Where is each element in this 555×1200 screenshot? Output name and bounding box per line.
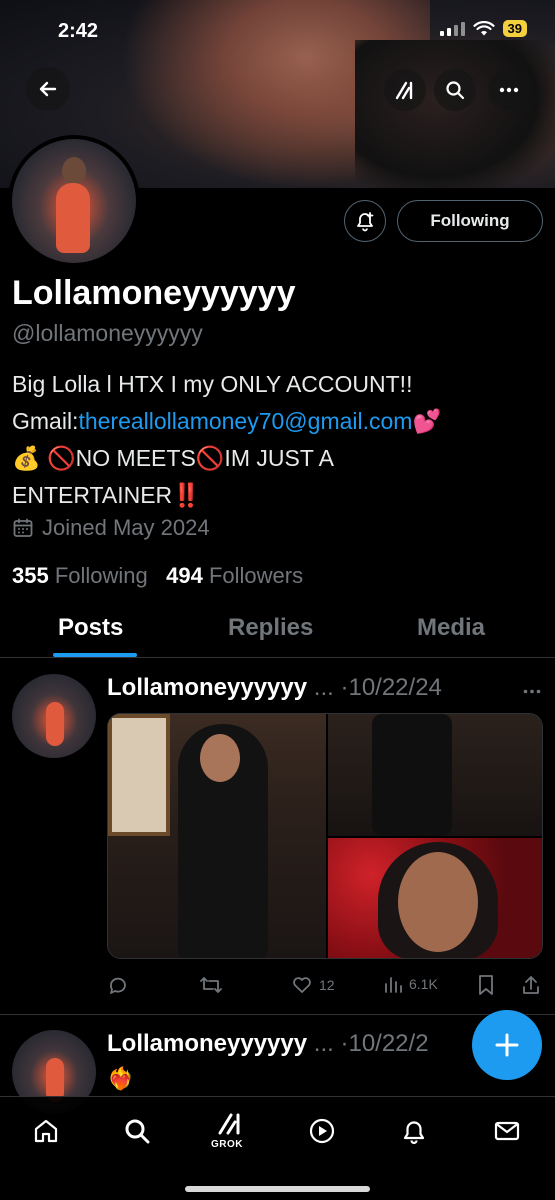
bio-email-link[interactable]: thereallollamoney70@gmail.com (78, 408, 412, 434)
view-count: 6.1K (409, 976, 438, 992)
tab-media[interactable]: Media (417, 614, 485, 642)
compose-post-button[interactable] (472, 1010, 542, 1080)
arrow-left-icon (39, 81, 57, 97)
post-text: ❤️‍🔥 (107, 1066, 135, 1091)
post-media-grid (107, 713, 543, 959)
post-name-ellipsis: ... (313, 674, 334, 701)
joined-date: Joined May 2024 (12, 515, 210, 541)
share-button[interactable] (521, 974, 541, 996)
nav-video[interactable] (302, 1111, 342, 1151)
home-indicator (185, 1186, 370, 1192)
post-date[interactable]: 10/22/24 (348, 674, 441, 701)
photo-detail (398, 852, 478, 952)
bookmark-button[interactable] (477, 974, 495, 996)
following-count-link[interactable]: 355 Following (12, 563, 148, 588)
back-button[interactable] (26, 67, 70, 111)
reply-button[interactable] (107, 974, 129, 996)
views-button[interactable]: 6.1K (383, 974, 438, 994)
post-photo[interactable] (108, 714, 326, 958)
search-icon (446, 81, 465, 100)
nav-grok-label: GROK (211, 1139, 243, 1150)
post-author-name[interactable]: Lollamoneyyyyyy (107, 1030, 307, 1057)
avatar-image (12, 139, 136, 263)
joined-text: Joined May 2024 (42, 515, 210, 540)
like-button[interactable]: 12 (291, 974, 335, 996)
more-options-button[interactable] (488, 69, 530, 111)
following-label: Following (54, 563, 148, 588)
heart-icon (293, 977, 311, 993)
post-item[interactable]: Lollamoneyyyyyy ... ·10/22/2 ❤️‍🔥 (0, 1016, 555, 1114)
post-photo[interactable] (328, 838, 542, 958)
tab-posts[interactable]: Posts (58, 614, 123, 642)
bell-icon (403, 1121, 425, 1145)
repost-icon (200, 977, 222, 993)
profile-handle: @lollamoneyyyyyy (12, 320, 203, 346)
post-more-button[interactable] (523, 678, 541, 699)
post-header: Lollamoneyyyyyy ... ·10/22/2 (107, 1030, 429, 1058)
battery-indicator: 39 (502, 20, 527, 37)
follow-counts: 355 Following 494 Followers (12, 563, 303, 589)
like-count: 12 (319, 977, 335, 993)
mail-icon (494, 1121, 520, 1141)
followers-count: 494 (166, 563, 203, 588)
photo-detail (200, 734, 240, 782)
comment-icon (110, 977, 126, 994)
post-author-name[interactable]: Lollamoneyyyyyy (107, 674, 307, 701)
post-actions: 12 6.1K (107, 974, 547, 1000)
bookmark-icon (479, 975, 493, 995)
search-button[interactable] (434, 69, 476, 111)
status-time: 2:42 (58, 20, 99, 42)
banner-image-detail (355, 40, 555, 188)
nav-messages[interactable] (487, 1111, 527, 1151)
status-bar: 2:42 39 (0, 0, 555, 62)
followers-count-link[interactable]: 494 Followers (166, 563, 303, 588)
plus-icon (495, 1033, 519, 1057)
photo-detail (372, 714, 452, 836)
bio-line: 💰 🚫NO MEETS🚫IM JUST A (12, 445, 334, 471)
bio-gmail-prefix: Gmail: (12, 408, 79, 434)
calendar-icon (13, 518, 33, 537)
signal-icon (439, 21, 465, 36)
more-horizontal-icon (499, 87, 519, 93)
play-circle-icon (309, 1118, 335, 1144)
profile-avatar[interactable] (8, 135, 140, 267)
nav-home[interactable] (26, 1111, 66, 1151)
following-button[interactable]: Following (397, 200, 543, 242)
bell-plus-icon (357, 212, 374, 232)
followers-label: Followers (208, 563, 304, 588)
grok-button[interactable] (384, 69, 426, 111)
post-item[interactable]: Lollamoneyyyyyy ... ·10/22/24 12 6.1K (0, 660, 555, 1015)
repost-button[interactable] (199, 974, 223, 996)
share-icon (523, 976, 539, 994)
profile-tabs: Posts Replies Media (0, 600, 555, 658)
status-icons: 39 (439, 20, 527, 37)
post-date[interactable]: 10/22/2 (348, 1030, 428, 1057)
photo-detail (108, 714, 170, 836)
post-photo[interactable] (328, 714, 542, 836)
analytics-icon (385, 977, 402, 993)
bottom-navigation: GROK (0, 1096, 555, 1200)
tab-replies[interactable]: Replies (228, 614, 313, 642)
nav-grok[interactable] (210, 1103, 250, 1143)
bio-emoji: 💕 (412, 408, 442, 434)
nav-notifications[interactable] (394, 1111, 434, 1151)
following-count: 355 (12, 563, 49, 588)
post-avatar[interactable] (12, 674, 96, 758)
profile-display-name: Lollamoneyyyyyy (12, 274, 296, 312)
notifications-subscribe-button[interactable] (344, 200, 386, 242)
nav-search[interactable] (117, 1111, 157, 1151)
post-name-ellipsis: ... (313, 1030, 334, 1057)
grok-icon (395, 81, 413, 100)
post-header: Lollamoneyyyyyy ... ·10/22/24 (107, 674, 442, 702)
more-horizontal-icon (523, 689, 541, 694)
search-icon (125, 1119, 150, 1144)
home-icon (34, 1119, 58, 1143)
wifi-icon (472, 20, 495, 35)
active-tab-indicator (53, 653, 137, 657)
bio-line: Big Lolla l HTX I my ONLY ACCOUNT!! (12, 371, 413, 397)
grok-icon (218, 1113, 240, 1135)
bio-line: ENTERTAINER‼️ (12, 482, 201, 508)
profile-bio: Big Lolla l HTX I my ONLY ACCOUNT!! Gmai… (12, 366, 547, 514)
bio-line: Gmail:thereallollamoney70@gmail.com💕 (12, 403, 547, 440)
